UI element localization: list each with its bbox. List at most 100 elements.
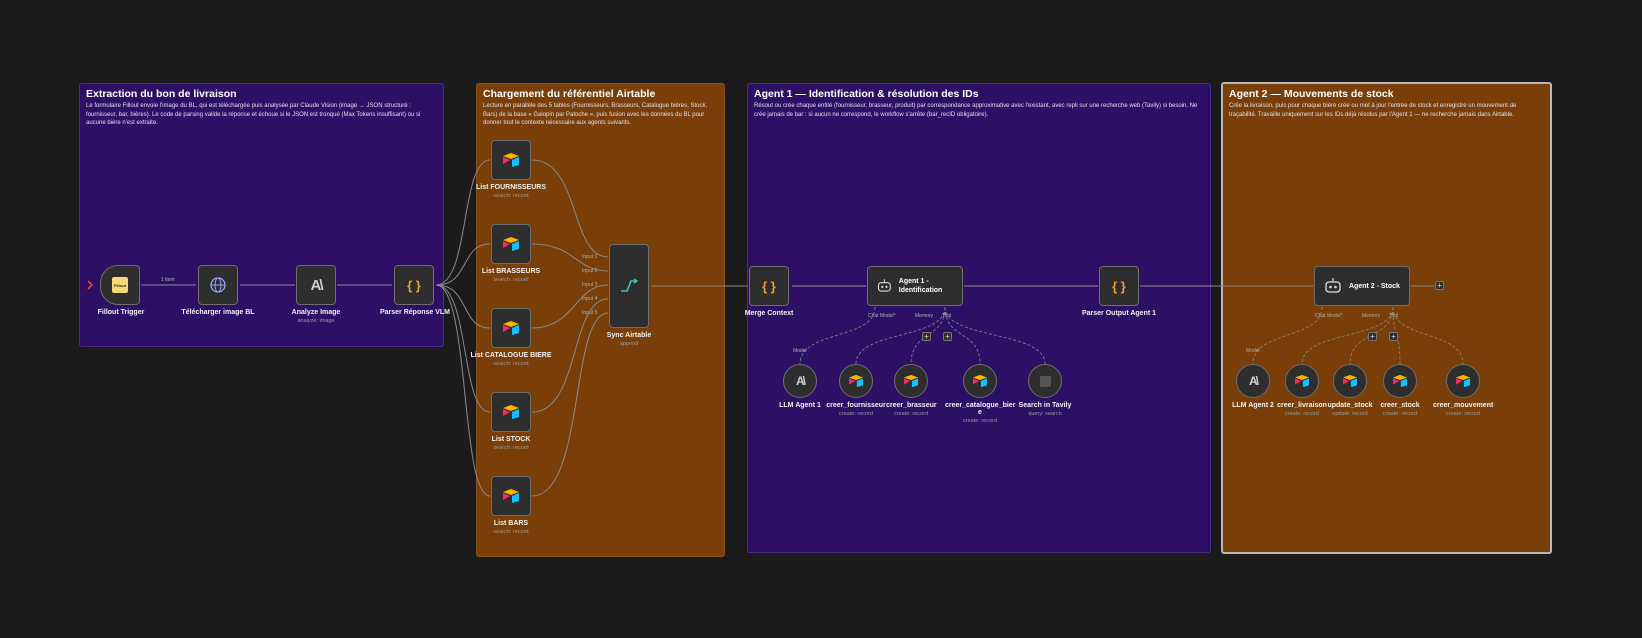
sticky-agent2[interactable]: Agent 2 — Mouvements de stock Crée la li… [1221, 82, 1552, 554]
analyze-image-node[interactable]: A\ [296, 265, 336, 305]
sticky-extraction[interactable]: Extraction du bon de livraison Le formul… [79, 83, 444, 347]
agent2-port-chat-model: Chat Model* [1315, 313, 1343, 319]
merge-context-node[interactable]: { } [749, 266, 789, 306]
node-subtitle: analyze: image [297, 318, 335, 324]
node-subtitle: search: record [493, 193, 529, 199]
node-title: List BARS [493, 520, 529, 527]
sync-airtable-node[interactable] [609, 244, 649, 328]
agent2-add-memory-button[interactable]: + [1368, 332, 1377, 341]
sync-input-1: Input 1 [582, 254, 598, 260]
node-title: creer_mouvement [1433, 402, 1494, 409]
code-braces-icon: { } [407, 277, 421, 293]
node-label: creer_brasseur create: record [886, 402, 937, 417]
node-title: creer_stock [1380, 402, 1420, 409]
agent2-add-tool-button[interactable]: + [1389, 332, 1398, 341]
airtable-icon [503, 237, 519, 251]
agent1-port-chat-model: Chat Model* [868, 313, 896, 319]
node-label: List FOURNISSEURS search: record [466, 184, 556, 199]
agent2-node[interactable]: Agent 2 - Stock [1314, 266, 1410, 306]
merge-icon [621, 278, 639, 292]
robot-icon [877, 279, 891, 292]
sticky-text: Le formulaire Fillout envoie l'image du … [86, 103, 421, 126]
node-label: update_stock update: record [1325, 402, 1375, 417]
node-title: Sync Airtable [606, 332, 652, 339]
fillout-icon-text: Fillout [114, 282, 126, 288]
node-subtitle: create: record [1285, 411, 1319, 417]
airtable-icon [503, 321, 519, 335]
creer-livraison-node[interactable] [1285, 364, 1319, 398]
sync-input-4: Input 4 [582, 296, 598, 302]
node-subtitle: create: record [1383, 411, 1417, 417]
node-title: creer_livraison [1277, 402, 1327, 409]
node-label: Télécharger image BL [181, 309, 255, 316]
node-title: Search in Tavily [1018, 402, 1072, 409]
airtable-icon [1456, 374, 1470, 388]
creer-brasseur-node[interactable] [894, 364, 928, 398]
llm-agent1-port-label: Model [793, 348, 807, 354]
node-subtitle: search: record [493, 529, 529, 535]
node-title: update_stock [1327, 402, 1373, 409]
sticky-agent1[interactable]: Agent 1 — Identification & résolution de… [747, 83, 1211, 553]
airtable-icon [503, 489, 519, 503]
creer-fournisseur-node[interactable] [839, 364, 873, 398]
agent1-node[interactable]: Agent 1 - Identification [867, 266, 963, 306]
node-title: List FOURNISSEURS [475, 184, 546, 191]
node-label: List BARS search: record [466, 520, 556, 535]
node-label: Search in Tavily query: search [1010, 402, 1080, 417]
airtable-icon [849, 374, 863, 388]
node-subtitle: create: record [894, 411, 928, 417]
sticky-text: Résout ou crée chaque entité (fournisseu… [754, 103, 1198, 118]
creer-mouvement-node[interactable] [1446, 364, 1480, 398]
llm-agent2-node[interactable]: A\ [1236, 364, 1270, 398]
node-label: Merge Context [744, 310, 794, 317]
agent1-add-memory-button[interactable]: + [922, 332, 931, 341]
node-label: Sync Airtable append [589, 332, 669, 347]
anthropic-icon: A\ [1249, 374, 1259, 388]
list-fournisseurs-node[interactable] [491, 140, 531, 180]
airtable-icon [1393, 374, 1407, 388]
agent1-add-tool-button[interactable]: + [943, 332, 952, 341]
node-label: Parser Output Agent 1 [1081, 310, 1157, 317]
list-bars-node[interactable] [491, 476, 531, 516]
anthropic-icon: A\ [796, 374, 806, 388]
edge-item-count: 1 item [161, 277, 175, 283]
node-label: Analyze Image analyze: image [276, 309, 356, 324]
node-subtitle: query: search [1028, 411, 1062, 417]
parser-output-agent1-node[interactable]: { } [1099, 266, 1139, 306]
agent1-port-tool: Tool [942, 313, 952, 319]
airtable-icon [973, 374, 987, 388]
parser-reponse-vlm-node[interactable]: { } [394, 265, 434, 305]
node-title: Agent 1 - Identification [898, 278, 943, 294]
list-catalogue-biere-node[interactable] [491, 308, 531, 348]
node-subtitle: search: record [493, 277, 529, 283]
node-label: List STOCK search: record [466, 436, 556, 451]
sticky-title: Chargement du référentiel Airtable [483, 88, 656, 100]
agent2-port-memory: Memory [1362, 313, 1381, 319]
node-label: List CATALOGUE BIERE search: record [466, 352, 556, 367]
node-label: creer_livraison create: record [1276, 402, 1328, 417]
node-subtitle: search: record [493, 445, 529, 451]
agent2-add-next-node-button[interactable]: + [1435, 281, 1444, 290]
node-label: LLM Agent 1 [779, 402, 821, 409]
node-label: LLM Agent 2 [1232, 402, 1274, 409]
telecharger-image-node[interactable] [198, 265, 238, 305]
node-label: List BRASSEURS search: record [466, 268, 556, 283]
airtable-icon [503, 153, 519, 167]
fillout-trigger-node[interactable]: Fillout [100, 265, 140, 305]
node-title: Agent 2 - Stock [1349, 282, 1400, 290]
list-stock-node[interactable] [491, 392, 531, 432]
node-subtitle: create: record [1446, 411, 1480, 417]
llm-agent1-node[interactable]: A\ [783, 364, 817, 398]
node-subtitle: search: record [493, 361, 529, 367]
node-subtitle: create: record [839, 411, 873, 417]
search-tavily-node[interactable] [1028, 364, 1062, 398]
node-subtitle: update: record [1332, 411, 1368, 417]
node-title-wrap: e [978, 409, 982, 416]
list-brasseurs-node[interactable] [491, 224, 531, 264]
node-subtitle: append [619, 341, 639, 347]
creer-stock-node[interactable] [1383, 364, 1417, 398]
update-stock-node[interactable] [1333, 364, 1367, 398]
creer-catalogue-biere-node[interactable] [963, 364, 997, 398]
node-subtitle: create: record [963, 418, 997, 424]
workflow-canvas[interactable]: Extraction du bon de livraison Le formul… [0, 0, 1642, 638]
